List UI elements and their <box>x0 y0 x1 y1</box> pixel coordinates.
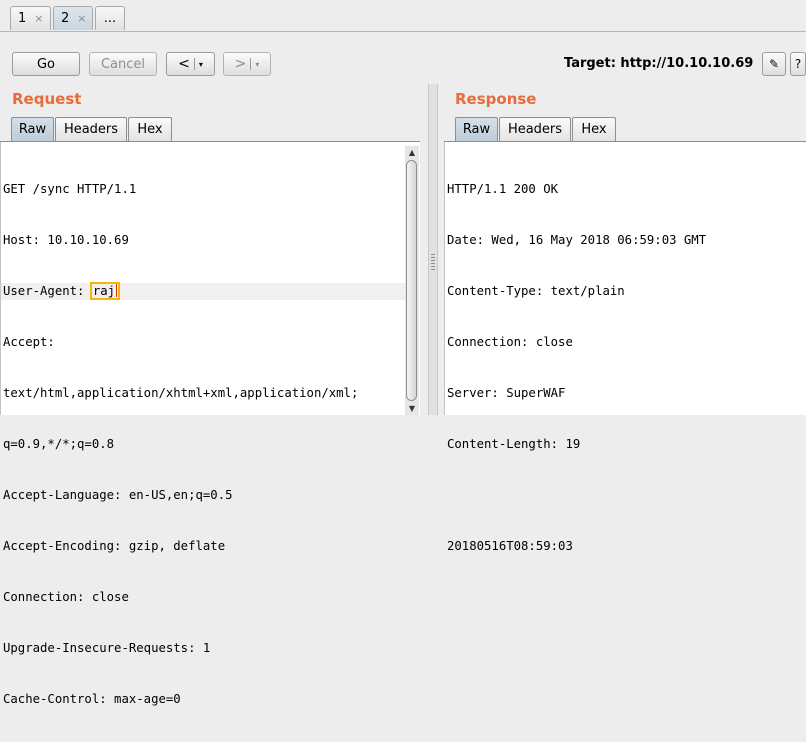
tab-strip-divider <box>0 31 806 32</box>
chevron-down-icon[interactable]: ▾ <box>199 60 203 69</box>
response-tab-raw[interactable]: Raw <box>455 117 498 141</box>
tab-new[interactable]: ... <box>95 6 125 30</box>
forward-arrow-icon: > <box>234 56 247 72</box>
request-line: GET /sync HTTP/1.1 <box>3 182 137 196</box>
request-tab-raw[interactable]: Raw <box>11 117 54 141</box>
response-text[interactable]: HTTP/1.1 200 OK Date: Wed, 16 May 2018 0… <box>447 147 706 589</box>
response-editor[interactable]: HTTP/1.1 200 OK Date: Wed, 16 May 2018 0… <box>444 142 806 553</box>
request-heading: Request <box>12 90 82 108</box>
help-icon: ? <box>794 57 802 71</box>
response-heading: Response <box>455 90 537 108</box>
request-line: Accept-Encoding: gzip, deflate <box>3 539 226 553</box>
request-line: Connection: close <box>3 590 129 604</box>
tab-label: 2 <box>61 11 70 26</box>
pencil-icon: ✎ <box>768 57 780 71</box>
request-line: Accept-Language: en-US,en;q=0.5 <box>3 488 233 502</box>
close-icon[interactable]: × <box>34 12 43 25</box>
tab-label: ... <box>103 11 117 26</box>
response-tab-headers[interactable]: Headers <box>499 117 571 141</box>
response-line: Server: SuperWAF <box>447 386 566 400</box>
text-cursor <box>116 284 118 297</box>
request-line: Host: 10.10.10.69 <box>3 233 129 247</box>
go-button[interactable]: Go <box>12 52 80 76</box>
tab-2[interactable]: 2 × <box>53 6 93 30</box>
user-agent-value[interactable]: raj <box>93 284 115 298</box>
close-icon[interactable]: × <box>77 12 86 25</box>
back-button[interactable]: < ▾ <box>166 52 215 76</box>
tab-label: 1 <box>18 11 27 26</box>
tab-label: Headers <box>63 122 119 137</box>
help-button[interactable]: ? <box>790 52 806 76</box>
tab-label: Raw <box>462 122 491 137</box>
response-line <box>447 487 706 504</box>
request-editor[interactable]: GET /sync HTTP/1.1 Host: 10.10.10.69 Use… <box>0 142 420 706</box>
edit-target-button[interactable]: ✎ <box>762 52 786 76</box>
scroll-down-icon[interactable]: ▼ <box>405 403 419 415</box>
user-agent-value-highlight[interactable]: raj <box>89 282 121 300</box>
split-pane-divider[interactable] <box>428 84 438 415</box>
divider-grip-icon[interactable] <box>431 254 435 270</box>
request-text[interactable]: GET /sync HTTP/1.1 Host: 10.10.10.69 Use… <box>1 147 405 742</box>
tab-label: Hex <box>137 122 163 137</box>
request-line: Accept: <box>3 335 55 349</box>
back-arrow-icon: < <box>178 56 190 72</box>
request-line: Cache-Control: max-age=0 <box>3 692 181 706</box>
cancel-label: Cancel <box>100 56 146 72</box>
request-scrollbar[interactable]: ▲ ▼ <box>405 146 419 415</box>
tab-label: Raw <box>18 122 47 137</box>
request-line: Upgrade-Insecure-Requests: 1 <box>3 641 211 655</box>
response-line: HTTP/1.1 200 OK <box>447 182 559 196</box>
request-line: text/html,application/xhtml+xml,applicat… <box>3 386 359 400</box>
response-line: Date: Wed, 16 May 2018 06:59:03 GMT <box>447 233 707 247</box>
response-line: Content-Type: text/plain <box>447 284 625 298</box>
tab-label: Headers <box>507 122 563 137</box>
scroll-up-icon[interactable]: ▲ <box>405 147 419 159</box>
chevron-down-icon[interactable]: ▾ <box>255 60 259 69</box>
tab-label: Hex <box>581 122 607 137</box>
request-line-user-agent: User-Agent: raj <box>1 282 405 300</box>
scrollbar-thumb[interactable] <box>406 160 417 401</box>
cancel-button[interactable]: Cancel <box>89 52 157 76</box>
response-line: 20180516T08:59:03 <box>447 539 573 553</box>
forward-button[interactable]: > ▾ <box>223 52 271 76</box>
target-label: Target: http://10.10.10.69 <box>564 56 754 71</box>
button-separator <box>250 58 252 70</box>
go-label: Go <box>36 56 56 72</box>
request-tab-headers[interactable]: Headers <box>55 117 127 141</box>
button-separator <box>193 58 195 70</box>
response-line: Connection: close <box>447 335 573 349</box>
tab-1[interactable]: 1 × <box>10 6 51 30</box>
user-agent-header-name: User-Agent: <box>3 284 92 298</box>
response-tab-hex[interactable]: Hex <box>572 117 616 141</box>
response-line: Content-Length: 19 <box>447 437 581 451</box>
request-line: q=0.9,*/*;q=0.8 <box>3 437 115 451</box>
request-tab-hex[interactable]: Hex <box>128 117 172 141</box>
